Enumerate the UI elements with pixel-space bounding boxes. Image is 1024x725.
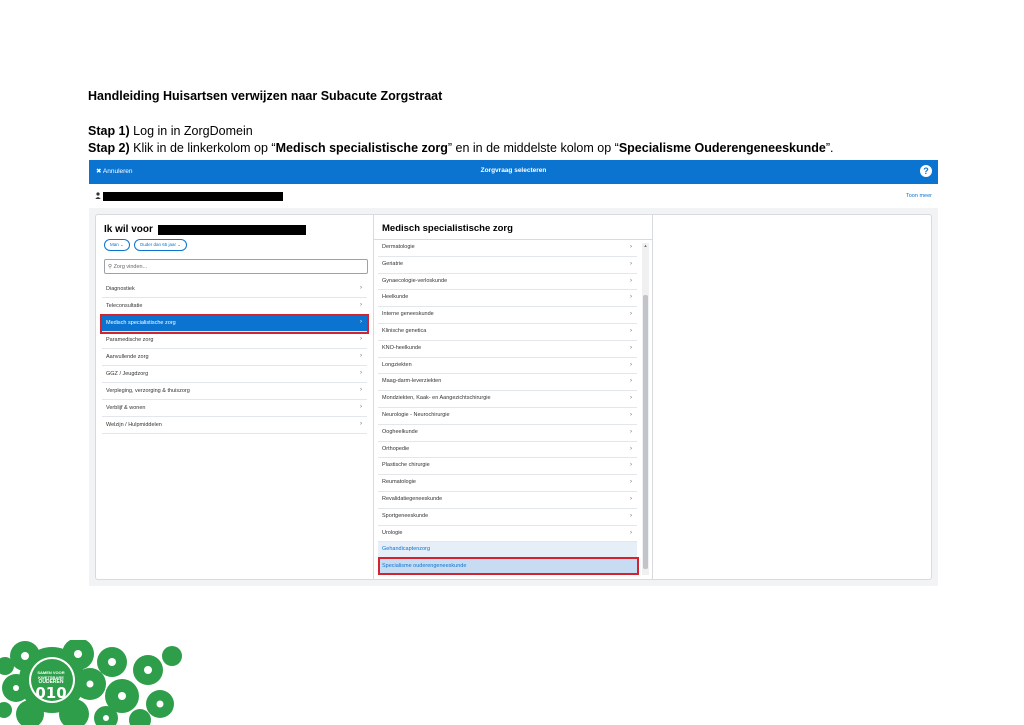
left-column: Ik wil voor Man ⌄ Ouder dan 65 jaar ⌄ ⚲ …: [96, 215, 374, 579]
chevron-right-icon: ›: [360, 387, 362, 393]
dialog-title: Zorgvraag selecteren: [480, 167, 547, 174]
scrollbar[interactable]: ▲: [642, 243, 649, 575]
chevron-right-icon: ›: [360, 285, 362, 291]
specialism-item[interactable]: Klinische genetica ›: [378, 324, 637, 341]
patient-row: Toon meer: [89, 184, 938, 208]
left-item-diagnostiek[interactable]: Diagnostiek ›: [102, 281, 367, 298]
specialism-item[interactable]: Geriatrie ›: [378, 257, 637, 274]
chevron-right-icon: ›: [630, 277, 632, 284]
specialism-item[interactable]: Urologie ›: [378, 526, 637, 543]
specialism-item[interactable]: Gynaecologie-verloskunde ›: [378, 274, 637, 291]
redacted-name: [158, 225, 306, 235]
chevron-right-icon: ›: [630, 428, 632, 435]
left-item-verblijf-wonen[interactable]: Verblijf & wonen ›: [102, 400, 367, 417]
chevron-right-icon: ›: [630, 529, 632, 536]
chevron-right-icon: ›: [630, 479, 632, 486]
middle-heading: Medisch specialistische zorg: [382, 223, 513, 234]
top-bar: ✖ Annuleren Zorgvraag selecteren ?: [89, 160, 938, 184]
search-icon: ⚲: [108, 264, 113, 270]
left-item-teleconsultatie[interactable]: Teleconsultatie ›: [102, 298, 367, 315]
filter-chips: Man ⌄ Ouder dan 65 jaar ⌄: [104, 239, 188, 251]
specialisme-ouderengeneeskunde-item[interactable]: Specialisme ouderengeneeskunde: [378, 559, 637, 576]
logo-line-4: 010: [35, 683, 67, 702]
logo-text: SAMEN VOOR KWETSBARE OUDEREN 010: [32, 670, 70, 702]
specialism-item[interactable]: Dermatologie ›: [378, 240, 637, 257]
step-2-text-c: ”.: [825, 141, 834, 155]
left-category-list: Diagnostiek › Teleconsultatie › Medisch sp…: [102, 281, 367, 434]
chevron-right-icon: ›: [630, 395, 632, 402]
zorgdomein-screenshot: ✖ Annuleren Zorgvraag selecteren ? Toon …: [89, 160, 938, 586]
chevron-right-icon: ›: [630, 378, 632, 385]
chevron-right-icon: ›: [360, 353, 362, 359]
chevron-right-icon: ›: [360, 319, 362, 325]
help-icon[interactable]: ?: [920, 165, 932, 177]
left-item-aanvullende-zorg[interactable]: Aanvullende zorg ›: [102, 349, 367, 366]
chevron-right-icon: ›: [630, 445, 632, 452]
specialism-item[interactable]: Plastische chirurgie ›: [378, 458, 637, 476]
specialism-item[interactable]: Revalidatiegeneeskunde ›: [378, 492, 637, 509]
middle-column: Medisch specialistische zorg Dermatologi…: [374, 215, 653, 579]
redacted-patient-name: [103, 192, 283, 201]
chevron-right-icon: ›: [630, 244, 632, 250]
specialism-item[interactable]: Reumatologie ›: [378, 475, 637, 492]
chevron-right-icon: ›: [630, 294, 632, 301]
chevron-right-icon: ›: [630, 311, 632, 318]
step-2-label: Stap 2): [88, 141, 130, 155]
chevron-right-icon: ›: [360, 421, 362, 427]
step-2-text-b: ” en in de middelste kolom op “: [447, 141, 619, 155]
chevron-right-icon: ›: [360, 302, 362, 308]
age-chip[interactable]: Ouder dan 65 jaar ⌄: [133, 239, 188, 251]
specialism-item[interactable]: Oogheelkunde ›: [378, 425, 637, 442]
chevron-right-icon: ›: [630, 495, 632, 502]
chevron-right-icon: ›: [360, 370, 362, 376]
selection-panel: Ik wil voor Man ⌄ Ouder dan 65 jaar ⌄ ⚲ …: [95, 214, 932, 580]
scroll-up-icon[interactable]: ▲: [642, 243, 649, 248]
gender-chip[interactable]: Man ⌄: [104, 239, 130, 251]
search-placeholder: Zorg vinden...: [113, 264, 148, 270]
specialism-list: Dermatologie › Geriatrie › Gynaecologie-ve…: [378, 240, 637, 576]
step-1-text: Log in in ZorgDomein: [129, 124, 253, 138]
care-search-input[interactable]: ⚲ Zorg vinden...: [104, 259, 368, 274]
specialism-item[interactable]: Mondziekten, Kaak- en Aangezichtschirurg…: [378, 391, 637, 408]
chevron-right-icon: ›: [630, 327, 632, 334]
left-item-verpleging[interactable]: Verpleging, verzorging & thuiszorg ›: [102, 383, 367, 400]
specialism-item[interactable]: Orthopedie ›: [378, 442, 637, 459]
document-title: Handleiding Huisartsen verwijzen naar Su…: [88, 89, 443, 103]
step-2-bold-a: Medisch specialistische zorg: [275, 141, 448, 155]
specialism-item[interactable]: Longziekten ›: [378, 358, 637, 375]
left-heading: Ik wil voor: [104, 224, 153, 235]
specialism-item[interactable]: Neurologie - Neurochirurgie ›: [378, 408, 637, 425]
left-item-paramedische-zorg[interactable]: Paramedische zorg ›: [102, 332, 367, 349]
specialism-item[interactable]: Maag-darm-leverziekten ›: [378, 374, 637, 392]
right-column: [653, 215, 931, 579]
specialism-item[interactable]: Heelkunde ›: [378, 290, 637, 308]
step-2-bold-b: Specialisme Ouderengeneeskunde: [618, 141, 826, 155]
left-item-medisch-specialistische-zorg[interactable]: Medisch specialistische zorg ›: [102, 315, 367, 332]
left-item-welzijn-hulpmiddelen[interactable]: Welzijn / Hulpmiddelen ›: [102, 417, 367, 434]
scrollbar-thumb[interactable]: [643, 295, 648, 569]
step-1: Stap 1) Log in in ZorgDomein: [88, 124, 253, 138]
step-1-label: Stap 1): [88, 124, 130, 138]
logo-flower-graphic: [0, 640, 182, 725]
step-2: Stap 2) Klik in de linkerkolom op “Medis…: [88, 141, 833, 155]
person-icon: [95, 192, 101, 201]
chevron-right-icon: ›: [360, 336, 362, 342]
chevron-right-icon: ›: [630, 260, 632, 267]
gehandicaptenzorg-item[interactable]: Gehandicaptenzorg: [378, 542, 637, 560]
specialism-item[interactable]: Sportgeneeskunde ›: [378, 509, 637, 526]
chevron-right-icon: ›: [630, 462, 632, 469]
step-2-text-a: Klik in de linkerkolom op “: [129, 141, 276, 155]
chevron-right-icon: ›: [630, 361, 632, 368]
show-more-link[interactable]: Toon meer: [906, 193, 932, 199]
chevron-right-icon: ›: [630, 344, 632, 351]
specialism-item[interactable]: Interne geneeskunde ›: [378, 307, 637, 324]
chevron-right-icon: ›: [360, 404, 362, 410]
chevron-right-icon: ›: [630, 512, 632, 519]
chevron-right-icon: ›: [630, 411, 632, 418]
left-item-ggz-jeugdzorg[interactable]: GGZ / Jeugdzorg ›: [102, 366, 367, 383]
specialism-item[interactable]: KNO-heelkunde ›: [378, 341, 637, 358]
